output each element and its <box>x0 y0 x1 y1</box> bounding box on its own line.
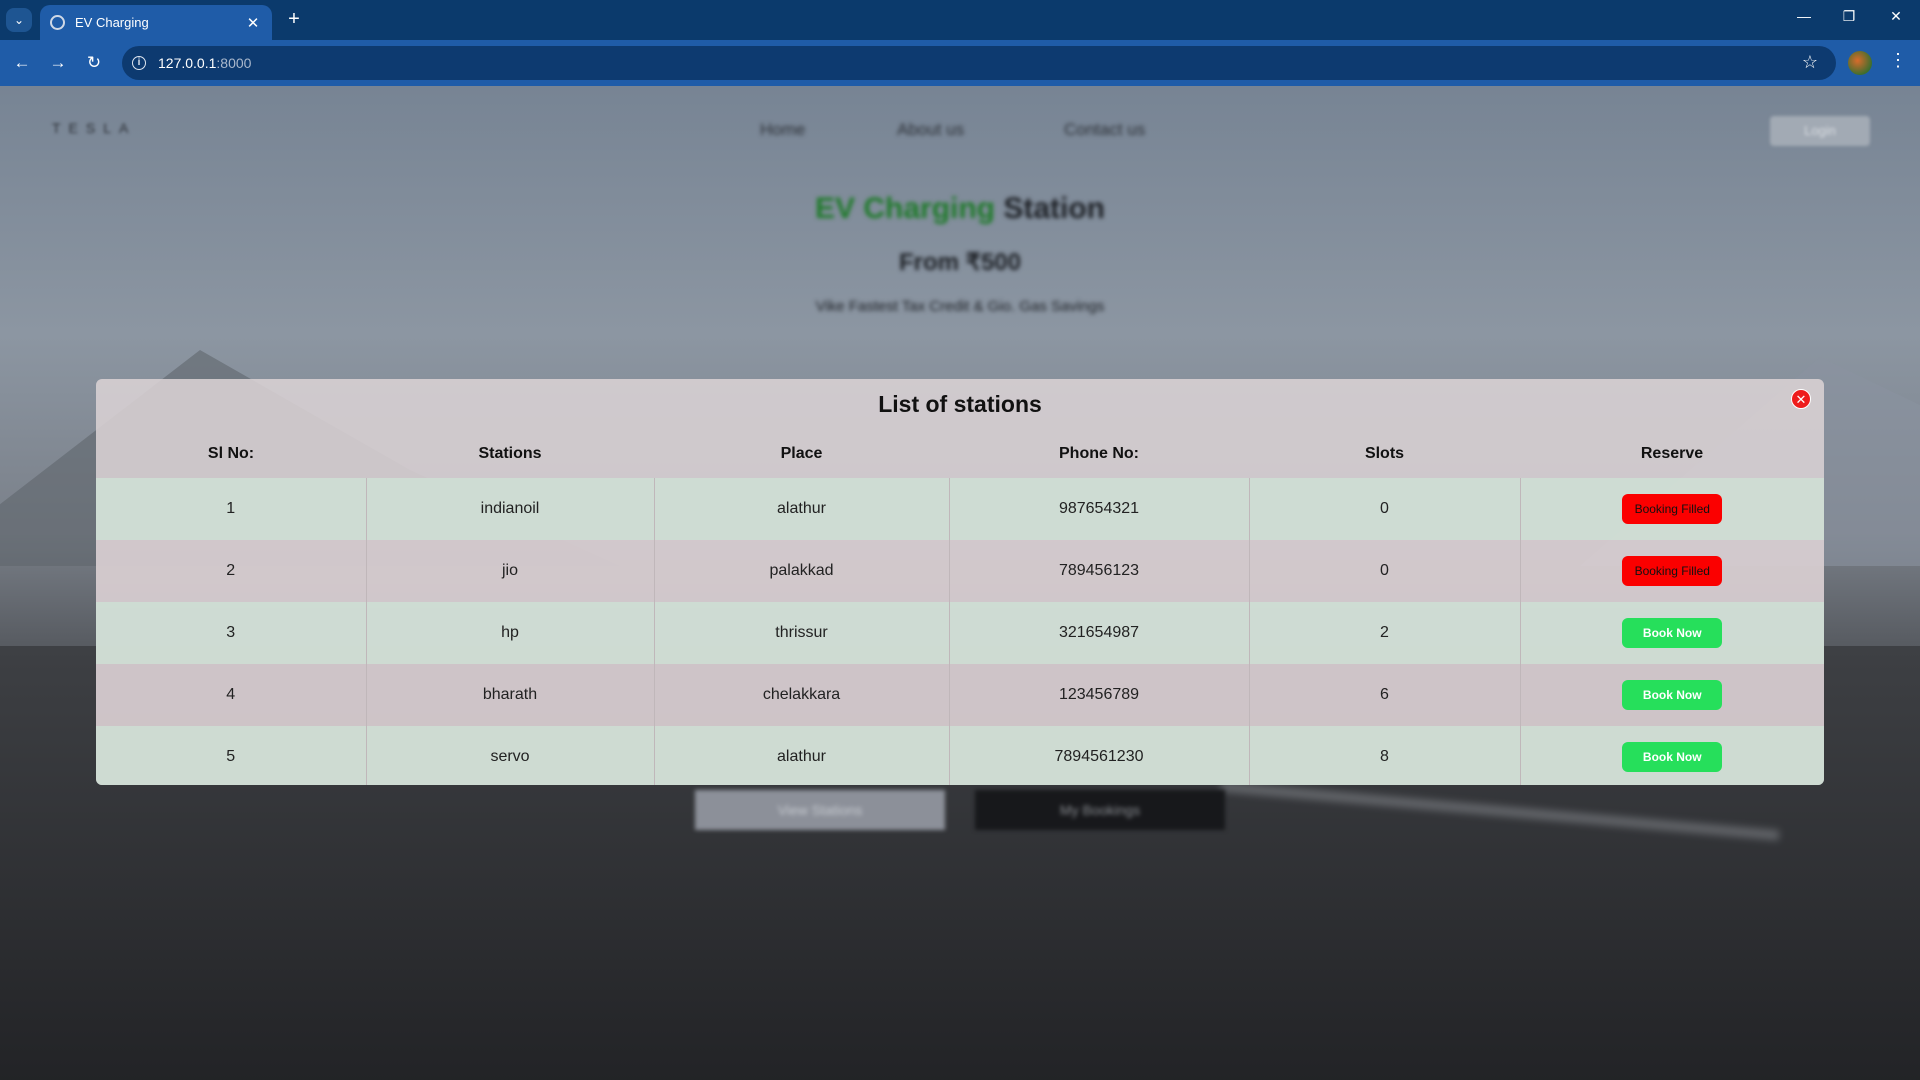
back-icon[interactable]: ← <box>10 51 34 75</box>
globe-icon <box>50 15 65 30</box>
slots-cell: 0 <box>1249 478 1521 540</box>
slots-cell: 2 <box>1249 602 1521 664</box>
table-row: 1 indianoil alathur 987654321 0 Booking … <box>96 478 1824 540</box>
reserve-cell: Book Now <box>1520 726 1824 785</box>
tab-search-button[interactable]: ⌄ <box>6 8 32 32</box>
phone-cell: 789456123 <box>949 540 1250 602</box>
restore-icon[interactable]: ❐ <box>1834 8 1864 25</box>
table-row: 4 bharath chelakkara 123456789 6 Book No… <box>96 664 1824 726</box>
table-header-row: Sl No: Stations Place Phone No: Slots Re… <box>96 429 1824 478</box>
reserve-cell: Book Now <box>1520 664 1824 726</box>
column-header: Sl No: <box>207 444 255 462</box>
nav-contact[interactable]: Contact us <box>1064 120 1145 140</box>
hero-title: EV Charging Station <box>814 192 1105 225</box>
place-cell: alathur <box>654 478 950 540</box>
station-cell: hp <box>366 602 655 664</box>
close-window-icon[interactable]: ✕ <box>1881 8 1911 25</box>
new-tab-button[interactable]: + <box>282 8 306 32</box>
sl-no-cell: 2 <box>96 540 367 602</box>
book-now-button[interactable]: Book Now <box>1622 742 1723 772</box>
close-icon[interactable]: ✕ <box>1791 389 1811 409</box>
phone-cell: 321654987 <box>949 602 1250 664</box>
hero-subtitle: From ₹500 <box>899 249 1021 276</box>
place-cell: palakkad <box>654 540 950 602</box>
sl-no-cell: 1 <box>96 478 367 540</box>
nav-home[interactable]: Home <box>760 120 805 140</box>
booking-filled-button[interactable]: Booking Filled <box>1622 494 1723 524</box>
station-cell: jio <box>366 540 655 602</box>
column-header: Place <box>780 444 823 462</box>
close-tab-icon[interactable]: ✕ <box>244 14 262 32</box>
my-bookings-button[interactable]: My Bookings <box>975 790 1225 830</box>
menu-kebab-icon[interactable]: ⋮ <box>1888 50 1908 71</box>
browser-toolbar: ← → ↻ i 127.0.0.1:8000 ☆ ⋮ <box>0 40 1920 86</box>
stations-modal: List of stations ✕ Sl No: Stations Place… <box>96 379 1824 785</box>
sl-no-cell: 3 <box>96 602 367 664</box>
book-now-button[interactable]: Book Now <box>1622 680 1723 710</box>
book-now-button[interactable]: Book Now <box>1622 618 1723 648</box>
place-cell: thrissur <box>654 602 950 664</box>
modal-title: List of stations <box>878 391 1042 417</box>
stations-table: Sl No: Stations Place Phone No: Slots Re… <box>96 429 1824 785</box>
nav-about[interactable]: About us <box>897 120 964 140</box>
site-info-icon[interactable]: i <box>132 56 146 70</box>
table-row: 5 servo alathur 7894561230 8 Book Now <box>96 726 1824 785</box>
phone-cell: 7894561230 <box>949 726 1250 785</box>
column-header: Slots <box>1364 444 1405 462</box>
slots-cell: 6 <box>1249 664 1521 726</box>
slots-cell: 8 <box>1249 726 1521 785</box>
phone-cell: 987654321 <box>949 478 1250 540</box>
table-row: 3 hp thrissur 321654987 2 Book Now <box>96 602 1824 664</box>
place-cell: alathur <box>654 726 950 785</box>
phone-cell: 123456789 <box>949 664 1250 726</box>
forward-icon[interactable]: → <box>46 51 70 75</box>
reserve-cell: Book Now <box>1520 602 1824 664</box>
table-row: 2 jio palakkad 789456123 0 Booking Fille… <box>96 540 1824 602</box>
station-cell: indianoil <box>366 478 655 540</box>
url-text: 127.0.0.1:8000 <box>158 55 252 71</box>
column-header: Stations <box>478 444 542 462</box>
tab-ev-charging[interactable]: EV Charging ✕ <box>40 5 272 40</box>
place-cell: chelakkara <box>654 664 950 726</box>
login-button[interactable]: Login <box>1770 116 1870 146</box>
slots-cell: 0 <box>1249 540 1521 602</box>
address-bar[interactable]: i 127.0.0.1:8000 ☆ <box>122 46 1836 80</box>
booking-filled-button[interactable]: Booking Filled <box>1622 556 1723 586</box>
column-header: Phone No: <box>1059 444 1139 462</box>
site-logo[interactable]: TESLA <box>52 120 136 136</box>
minimize-icon[interactable]: — <box>1789 8 1819 24</box>
station-cell: bharath <box>366 664 655 726</box>
bookmark-star-icon[interactable]: ☆ <box>1802 52 1818 73</box>
profile-avatar[interactable] <box>1848 51 1872 75</box>
reload-icon[interactable]: ↻ <box>82 51 106 75</box>
sl-no-cell: 5 <box>96 726 367 785</box>
reserve-cell: Booking Filled <box>1520 478 1824 540</box>
hero-tagline: Vike Fastest Tax Credit & Gio. Gas Savin… <box>815 298 1105 315</box>
tab-title: EV Charging <box>75 15 149 30</box>
column-header: Reserve <box>1640 444 1704 462</box>
reserve-cell: Booking Filled <box>1520 540 1824 602</box>
tab-strip: ⌄ EV Charging ✕ + — ❐ ✕ <box>0 0 1920 40</box>
station-cell: servo <box>366 726 655 785</box>
page-viewport: TESLA Home About us Contact us Login EV … <box>0 86 1920 1080</box>
view-stations-button[interactable]: View Stations <box>695 790 945 830</box>
sl-no-cell: 4 <box>96 664 367 726</box>
